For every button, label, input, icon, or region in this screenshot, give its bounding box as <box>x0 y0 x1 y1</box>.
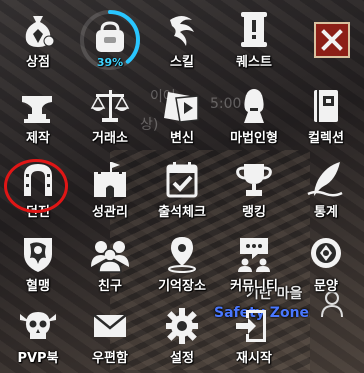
dungeon-gate-icon <box>24 164 52 196</box>
menu-quest[interactable]: 퀘스트 <box>218 8 290 70</box>
emblem-icon <box>311 238 341 268</box>
menu-quest-label: 퀘스트 <box>236 55 272 70</box>
menu-community[interactable]: 커뮤니티 <box>218 232 290 294</box>
menu-restart[interactable]: 재시작 <box>218 304 290 366</box>
menu-dungeon-label: 던전 <box>26 205 50 220</box>
menu-craft[interactable]: 제작 <box>2 84 74 146</box>
calendar-check-icon <box>166 162 198 198</box>
close-icon <box>321 29 343 51</box>
transform-cards-icon <box>164 92 199 123</box>
castle-icon <box>94 162 126 197</box>
menu-settings-label: 설정 <box>170 351 194 366</box>
menu-clan[interactable]: 혈맹 <box>2 232 74 294</box>
menu-restart-label: 재시작 <box>236 351 272 366</box>
menu-mailbox-label: 우편함 <box>92 351 128 366</box>
menu-shop[interactable]: 상점 <box>2 8 74 70</box>
menu-transform-label: 변신 <box>170 131 194 146</box>
quill-icon <box>307 162 343 197</box>
menu-attendance-label: 출석체크 <box>158 205 206 220</box>
trophy-icon <box>236 164 272 196</box>
menu-pvp-book[interactable]: PVP북 <box>2 304 74 366</box>
menu-friends[interactable]: 친구 <box>74 232 146 294</box>
magic-doll-icon <box>244 89 264 123</box>
menu-emblem-label: 문양 <box>314 279 338 294</box>
menu-craft-label: 제작 <box>26 131 50 146</box>
menu-pvp-book-label: PVP북 <box>17 351 59 366</box>
close-button[interactable] <box>314 22 350 58</box>
restart-door-icon <box>236 310 266 342</box>
pvp-skull-icon <box>20 312 56 339</box>
menu-exchange[interactable]: 거래소 <box>74 84 146 146</box>
money-bag-icon <box>25 16 55 47</box>
menu-ranking-label: 랭킹 <box>242 205 266 220</box>
collection-book-icon <box>314 90 338 122</box>
menu-magic-doll[interactable]: 마법인형 <box>218 84 290 146</box>
menu-castle[interactable]: 성관리 <box>74 158 146 220</box>
menu-attendance[interactable]: 출석체크 <box>146 158 218 220</box>
menu-shop-label: 상점 <box>26 55 50 70</box>
menu-skill[interactable]: 스킬 <box>146 8 218 70</box>
menu-skill-label: 스킬 <box>170 55 194 70</box>
menu-collection-label: 컬렉션 <box>308 131 344 146</box>
menu-settings[interactable]: 설정 <box>146 304 218 366</box>
menu-magic-doll-label: 마법인형 <box>230 131 278 146</box>
menu-mailbox[interactable]: 우편함 <box>74 304 146 366</box>
menu-community-label: 커뮤니티 <box>230 279 278 294</box>
menu-transform[interactable]: 변신 <box>146 84 218 146</box>
menu-ranking[interactable]: 랭킹 <box>218 158 290 220</box>
gear-icon <box>166 308 198 344</box>
menu-castle-label: 성관리 <box>92 205 128 220</box>
skill-swirl-icon <box>170 16 194 46</box>
bag-progress-icon <box>96 21 124 52</box>
friends-icon <box>91 241 129 273</box>
anvil-icon <box>22 96 52 123</box>
chat-community-icon <box>238 238 270 272</box>
menu-exchange-label: 거래소 <box>92 131 128 146</box>
menu-clan-label: 혈맹 <box>26 279 50 294</box>
menu-memory-place[interactable]: 기억장소 <box>146 232 218 294</box>
menu-dungeon[interactable]: 던전 <box>2 158 74 220</box>
scales-icon <box>90 90 130 122</box>
menu-inventory[interactable]: 39% <box>76 8 144 76</box>
inventory-progress-label: 39% <box>96 56 124 69</box>
location-pin-icon <box>168 237 196 273</box>
menu-statistics-label: 통계 <box>314 205 338 220</box>
main-menu-grid: 상점 39% 스킬 퀘스트 제작 거래소 변신 마법인형 컬렉션 던전 성관리 … <box>0 0 364 373</box>
menu-friends-label: 친구 <box>98 279 122 294</box>
menu-collection[interactable]: 컬렉션 <box>290 84 362 146</box>
menu-statistics[interactable]: 통계 <box>290 158 362 220</box>
mail-icon <box>93 314 127 337</box>
lion-shield-icon <box>24 238 52 272</box>
menu-emblem[interactable]: 문양 <box>290 232 362 294</box>
menu-memory-place-label: 기억장소 <box>158 279 206 294</box>
quest-scroll-icon <box>241 12 267 47</box>
